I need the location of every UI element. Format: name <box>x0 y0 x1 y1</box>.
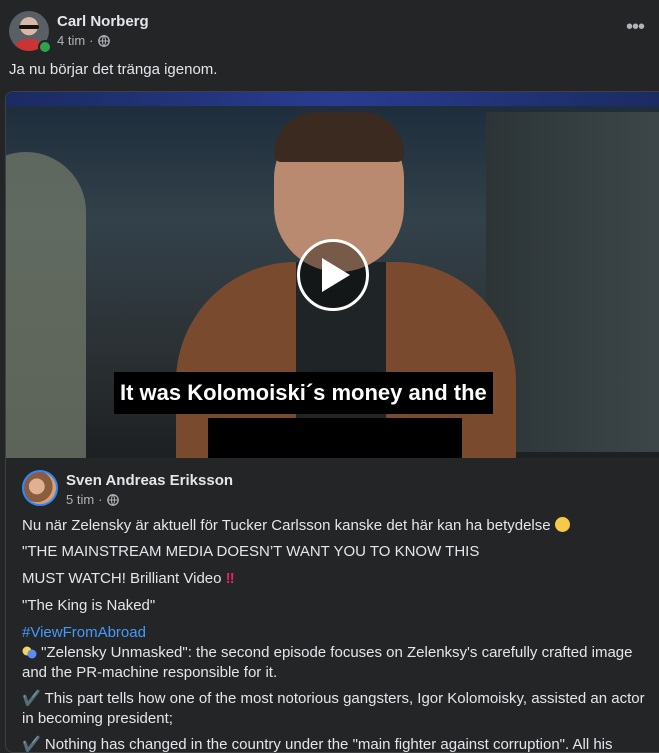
text-line: MUST WATCH! Brilliant Video ‼ <box>22 569 647 589</box>
shared-post-text: Nu när Zelensky är aktuell för Tucker Ca… <box>22 516 647 753</box>
text-line-6: This part tells how one of the most noto… <box>22 690 645 727</box>
video-left-figure <box>6 152 86 458</box>
post-meta: 4 tim · <box>57 33 110 48</box>
text-line-5: "Zelensky Unmasked": the second episode … <box>22 644 633 681</box>
text-line-2: "THE MAINSTREAM MEDIA DOESN’T WANT YOU T… <box>22 543 480 560</box>
shared-meta-separator: · <box>98 492 103 507</box>
globe-icon[interactable] <box>106 493 119 506</box>
theater-mask-emoji-icon <box>22 646 37 659</box>
text-line-4: "The King is Naked" <box>22 597 156 614</box>
text-line-1: Nu när Zelensky är aktuell för Tucker Ca… <box>22 517 551 534</box>
text-line-3: MUST WATCH! Brilliant Video <box>22 570 222 587</box>
text-line: ✔️ Nothing has changed in the country un… <box>22 735 647 753</box>
video-subtitle-blank <box>208 418 462 458</box>
play-icon <box>322 258 350 292</box>
text-line-7: Nothing has changed in the country under… <box>44 736 613 753</box>
shared-post-header: Sven Andreas Eriksson 5 tim · <box>22 470 622 510</box>
check-icon: ✔️ <box>22 690 41 707</box>
meta-separator: · <box>89 33 94 48</box>
author-name[interactable]: Carl Norberg <box>57 13 149 30</box>
wink-emoji-icon <box>554 517 570 532</box>
text-line: Nu när Zelensky är aktuell för Tucker Ca… <box>22 516 647 536</box>
globe-icon[interactable] <box>97 34 110 47</box>
video-speaker-hair <box>274 112 404 162</box>
more-options-button[interactable]: ••• <box>623 17 647 41</box>
video-player[interactable]: It was Kolomoiski´s money and the <box>6 92 659 458</box>
check-icon: ✔️ <box>22 736 41 753</box>
shared-post-meta: 5 tim · <box>66 492 119 507</box>
post-header: Carl Norberg 4 tim · ••• <box>9 11 659 55</box>
online-status-icon <box>38 40 52 54</box>
avatar-glasses <box>19 25 39 29</box>
double-exclamation-emoji-icon: ‼ <box>225 570 235 587</box>
video-backdrop-band <box>6 92 659 106</box>
play-button[interactable] <box>297 239 369 311</box>
post-time[interactable]: 4 tim <box>57 33 85 48</box>
video-subtitle: It was Kolomoiski´s money and the <box>114 372 493 414</box>
shared-post-time[interactable]: 5 tim <box>66 492 94 507</box>
hashtag-link[interactable]: #ViewFromAbroad <box>22 624 146 641</box>
hashtag-line: #ViewFromAbroad <box>22 623 647 643</box>
text-line: "Zelensky Unmasked": the second episode … <box>22 643 647 683</box>
post-text: Ja nu börjar det tränga igenom. <box>9 61 218 78</box>
shared-avatar[interactable] <box>22 470 58 506</box>
text-line: ✔️ This part tells how one of the most n… <box>22 689 647 729</box>
shared-author-name[interactable]: Sven Andreas Eriksson <box>66 472 233 489</box>
shared-post-card[interactable]: It was Kolomoiski´s money and the Sven A… <box>5 91 659 753</box>
